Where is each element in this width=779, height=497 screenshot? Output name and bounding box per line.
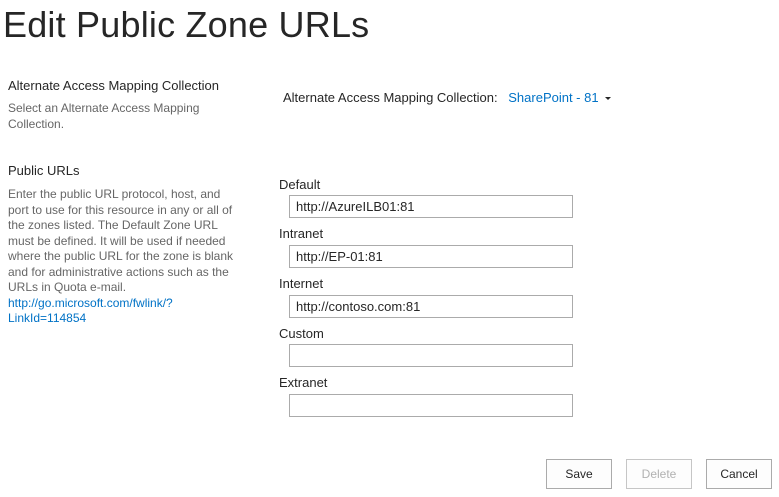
internet-zone-label: Internet <box>279 276 324 291</box>
delete-button[interactable]: Delete <box>626 459 692 489</box>
extranet-zone-url-input[interactable] <box>289 394 573 417</box>
aam-collection-dropdown[interactable]: SharePoint - 81 <box>508 90 611 105</box>
aam-collection-label: Alternate Access Mapping Collection: <box>283 90 498 105</box>
extranet-zone-label: Extranet <box>279 375 328 390</box>
public-urls-description-text: Enter the public URL protocol, host, and… <box>8 187 234 294</box>
aam-section-description: Select an Alternate Access Mapping Colle… <box>8 101 200 131</box>
public-urls-section-description: Enter the public URL protocol, host, and… <box>8 187 244 327</box>
intranet-zone-url-input[interactable] <box>289 245 573 268</box>
cancel-button[interactable]: Cancel <box>706 459 772 489</box>
page-title: Edit Public Zone URLs <box>3 4 370 45</box>
aam-section-heading: Alternate Access Mapping Collection <box>8 78 220 93</box>
aam-collection-selected-value[interactable]: SharePoint - 81 <box>508 90 598 105</box>
custom-zone-url-input[interactable] <box>289 344 573 367</box>
custom-zone-label: Custom <box>279 326 324 341</box>
save-button[interactable]: Save <box>546 459 612 489</box>
edit-public-zone-urls-page: Edit Public Zone URLs Alternate Access M… <box>0 0 779 497</box>
public-urls-help-link[interactable]: http://go.microsoft.com/fwlink/?LinkId=1… <box>8 296 244 327</box>
intranet-zone-label: Intranet <box>279 226 324 241</box>
public-urls-section-heading: Public URLs <box>8 163 80 178</box>
aam-collection-row: Alternate Access Mapping Collection: Sha… <box>283 90 611 105</box>
default-zone-label: Default <box>279 177 321 192</box>
internet-zone-url-input[interactable] <box>289 295 573 318</box>
default-zone-url-input[interactable] <box>289 195 573 218</box>
chevron-down-icon[interactable] <box>604 97 611 101</box>
